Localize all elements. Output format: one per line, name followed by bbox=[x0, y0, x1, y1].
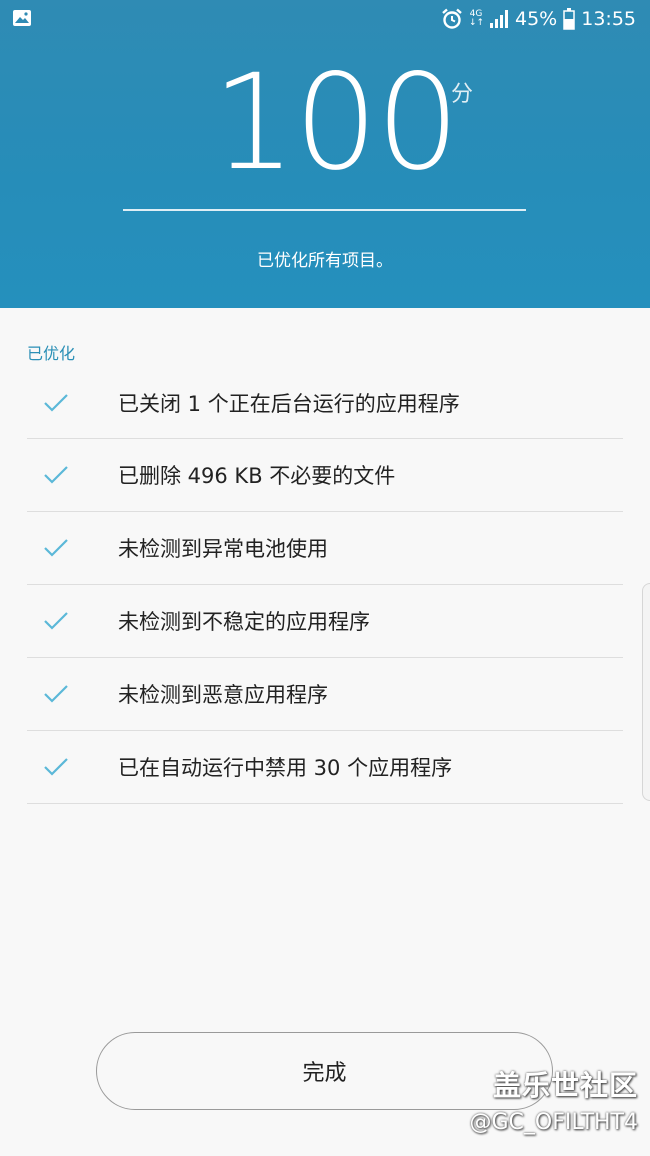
list-item-label: 已删除 496 KB 不必要的文件 bbox=[118, 464, 396, 488]
watermark-brand: 盖乐世社区 bbox=[492, 1069, 638, 1102]
score-value: 100 bbox=[212, 46, 460, 200]
alarm-icon bbox=[442, 8, 462, 29]
network-4g-icon: 4G ↓↑ bbox=[469, 10, 485, 28]
check-icon bbox=[44, 685, 68, 703]
section-title-optimized: 已优化 bbox=[27, 344, 76, 363]
gallery-icon bbox=[13, 10, 31, 26]
optimization-message: 已优化所有项目。 bbox=[257, 251, 393, 271]
optimized-items-list: 已关闭 1 个正在后台运行的应用程序 已删除 496 KB 不必要的文件 未检测… bbox=[27, 368, 623, 804]
list-item-label: 未检测到恶意应用程序 bbox=[118, 683, 328, 707]
check-icon bbox=[44, 394, 68, 412]
check-icon bbox=[44, 539, 68, 557]
watermark-user: @GC_OFILTHT4 bbox=[469, 1110, 638, 1135]
check-icon bbox=[44, 758, 68, 776]
battery-icon bbox=[563, 8, 575, 30]
network-arrows: ↓↑ bbox=[469, 18, 485, 28]
check-icon bbox=[44, 612, 68, 630]
score-unit: 分 bbox=[451, 82, 474, 107]
score-header: 4G ↓↑ 45% 13:55 100 分 已优化所有项目。 bbox=[0, 0, 650, 308]
list-item-label: 未检测到异常电池使用 bbox=[118, 537, 328, 561]
list-item-label: 未检测到不稳定的应用程序 bbox=[118, 610, 370, 634]
list-item: 未检测到异常电池使用 bbox=[27, 512, 623, 585]
watermark: 盖乐世社区 @GC_OFILTHT4 bbox=[469, 1064, 638, 1135]
check-icon bbox=[44, 466, 68, 484]
status-bar: 4G ↓↑ 45% 13:55 bbox=[0, 0, 650, 38]
score-display: 100 分 bbox=[0, 46, 650, 200]
list-item: 已删除 496 KB 不必要的文件 bbox=[27, 439, 623, 512]
clock: 13:55 bbox=[581, 8, 636, 30]
edge-panel-handle[interactable] bbox=[642, 583, 650, 801]
list-item: 已关闭 1 个正在后台运行的应用程序 bbox=[27, 368, 623, 439]
list-item: 已在自动运行中禁用 30 个应用程序 bbox=[27, 731, 623, 804]
list-item: 未检测到恶意应用程序 bbox=[27, 658, 623, 731]
battery-percent: 45% bbox=[515, 8, 558, 30]
signal-icon bbox=[490, 10, 508, 28]
score-divider bbox=[123, 209, 526, 211]
list-item-label: 已关闭 1 个正在后台运行的应用程序 bbox=[118, 392, 460, 416]
list-item-label: 已在自动运行中禁用 30 个应用程序 bbox=[118, 756, 453, 780]
list-item: 未检测到不稳定的应用程序 bbox=[27, 585, 623, 658]
status-right: 4G ↓↑ 45% 13:55 bbox=[441, 6, 636, 32]
